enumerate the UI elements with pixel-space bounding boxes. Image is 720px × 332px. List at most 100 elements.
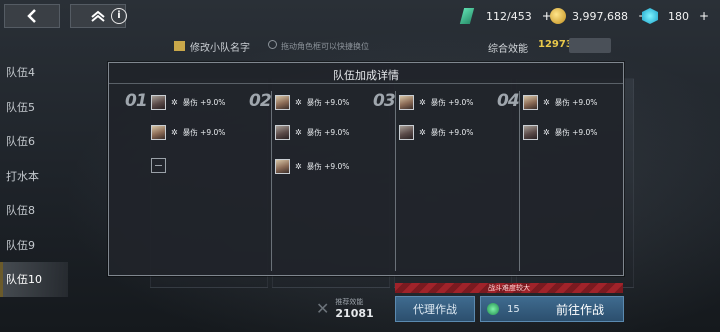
sidebar-item-team10[interactable]: 队伍10	[0, 262, 68, 297]
sidebar-item-label: 队伍5	[6, 100, 35, 114]
core-counter: 180 +	[642, 8, 709, 24]
rec-power-value: 21081	[335, 307, 374, 320]
add-core-button[interactable]: +	[699, 9, 709, 23]
info-icon[interactable]: i	[111, 8, 127, 24]
member-slot[interactable]: ✲ 暴伤 +9.0%	[151, 94, 231, 110]
column-number: 01	[125, 91, 148, 111]
cross-swords-icon: ✕	[316, 299, 330, 318]
sidebar-item-team5[interactable]: 队伍5	[0, 90, 68, 125]
character-portrait	[275, 94, 290, 110]
stamina-value: 112/453	[486, 9, 532, 23]
sidebar-item-label: 队伍8	[6, 204, 35, 218]
go-battle-label: 前往作战	[555, 302, 604, 317]
proxy-battle-button[interactable]: 代理作战	[395, 296, 475, 322]
stamina-icon	[487, 303, 499, 315]
team-sidebar: 队伍4 队伍5 队伍6 打水本 队伍8 队伍9 队伍10	[0, 55, 68, 297]
core-icon	[642, 8, 658, 24]
go-battle-button[interactable]: 15 前往作战	[480, 296, 624, 322]
proxy-battle-label: 代理作战	[413, 303, 457, 316]
cost-value: 15	[507, 303, 520, 315]
character-portrait	[151, 94, 166, 110]
battery-icon	[459, 8, 475, 24]
buff-text: 暴伤 +9.0%	[306, 97, 350, 107]
sidebar-item-label: 队伍4	[6, 66, 35, 80]
gear-icon: ✲	[543, 127, 550, 137]
sidebar-item-team4[interactable]: 队伍4	[0, 55, 68, 90]
member-slot[interactable]: ✲ 暴伤 +9.0%	[399, 94, 479, 110]
coin-value: 3,997,688	[572, 9, 628, 23]
warning-text: 战斗难度较大	[488, 284, 530, 292]
team-slot-column-3: 03 ✲ 暴伤 +9.0% ✲ 暴伤 +9.0%	[357, 87, 478, 275]
buff-text: 暴伤 +9.0%	[182, 127, 226, 137]
member-slot[interactable]: ✲ 暴伤 +9.0%	[523, 94, 603, 110]
sort-button[interactable]	[569, 38, 611, 53]
member-slot[interactable]: ✲ 暴伤 +9.0%	[275, 124, 355, 140]
buff-text: 暴伤 +9.0%	[430, 97, 474, 107]
team-header: 修改小队名字 拖动角色框可以快捷换位 综合效能 12973	[174, 37, 614, 55]
character-portrait	[151, 124, 166, 140]
edit-icon	[174, 41, 185, 51]
buff-text: 暴伤 +9.0%	[306, 127, 350, 137]
difficulty-warning: 战斗难度较大	[395, 283, 623, 293]
back-button[interactable]	[4, 4, 60, 28]
member-slot[interactable]: ✲ 暴伤 +9.0%	[151, 124, 231, 140]
sidebar-item-label: 队伍9	[6, 238, 35, 252]
core-value: 180	[668, 9, 689, 23]
stamina-counter: 112/453 +	[459, 8, 552, 24]
character-portrait	[523, 94, 538, 110]
member-slot[interactable]: ✲ 暴伤 +9.0%	[275, 158, 355, 174]
home-chevrons-icon	[91, 10, 105, 22]
gear-icon: ✲	[419, 97, 426, 107]
coin-counter: 3,997,688 +	[550, 8, 648, 24]
sidebar-item-label: 队伍10	[6, 273, 42, 287]
team-bonus-modal[interactable]: 队伍加成详情 01 ✲ 暴伤 +9.0% ✲ 暴伤 +9.0% 02 ✲ 暴伤 …	[108, 62, 624, 276]
title-divider	[109, 83, 623, 84]
gear-icon: ✲	[419, 127, 426, 137]
hint-icon	[268, 40, 277, 49]
buff-text: 暴伤 +9.0%	[182, 97, 226, 107]
buff-text: 暴伤 +9.0%	[306, 161, 350, 171]
character-portrait	[399, 94, 414, 110]
chevron-left-icon	[27, 9, 36, 23]
team-slot-column-4: 04 ✲ 暴伤 +9.0% ✲ 暴伤 +9.0%	[481, 87, 602, 275]
sidebar-item-team8[interactable]: 队伍8	[0, 193, 68, 228]
power-value: 12973	[538, 39, 573, 50]
character-portrait	[399, 124, 414, 140]
member-slot[interactable]: ✲ 暴伤 +9.0%	[523, 124, 603, 140]
gear-icon: ✲	[295, 161, 302, 171]
member-slot[interactable]: ✲ 暴伤 +9.0%	[399, 124, 479, 140]
recommended-power: ✕ 推荐效能 21081	[316, 297, 374, 320]
sidebar-item-team6[interactable]: 队伍6	[0, 124, 68, 159]
power-label: 综合效能	[488, 44, 528, 55]
sidebar-item-farm[interactable]: 打水本	[0, 159, 68, 194]
team-slot-column-2: 02 ✲ 暴伤 +9.0% ✲ 暴伤 +9.0% ✲ 暴伤 +9.0%	[233, 87, 354, 275]
top-bar: i 112/453 + 3,997,688 + 180 +	[0, 0, 720, 34]
sidebar-item-label: 队伍6	[6, 135, 35, 149]
sidebar-item-team9[interactable]: 队伍9	[0, 228, 68, 263]
gear-icon: ✲	[171, 97, 178, 107]
character-portrait	[275, 124, 290, 140]
modal-title: 队伍加成详情	[333, 69, 399, 82]
hint-text: 拖动角色框可以快捷换位	[281, 42, 369, 51]
buff-text: 暴伤 +9.0%	[430, 127, 474, 137]
gear-icon: ✲	[295, 127, 302, 137]
team-slot-column-1: 01 ✲ 暴伤 +9.0% ✲ 暴伤 +9.0%	[109, 87, 230, 275]
sidebar-item-label: 打水本	[6, 169, 39, 183]
gear-icon: ✲	[295, 97, 302, 107]
column-number: 02	[249, 91, 272, 111]
character-portrait	[275, 158, 290, 174]
gear-icon: ✲	[171, 127, 178, 137]
member-slot[interactable]: ✲ 暴伤 +9.0%	[275, 94, 355, 110]
rec-power-label: 推荐效能	[335, 298, 364, 306]
buff-text: 暴伤 +9.0%	[554, 127, 598, 137]
buff-text: 暴伤 +9.0%	[554, 97, 598, 107]
gear-icon: ✲	[543, 97, 550, 107]
column-number: 04	[497, 91, 520, 111]
battle-cost: 15	[481, 303, 537, 315]
character-portrait	[523, 124, 538, 140]
column-number: 03	[373, 91, 396, 111]
empty-slot[interactable]	[151, 158, 166, 173]
drag-hint: 拖动角色框可以快捷换位	[268, 40, 369, 52]
rename-team-button[interactable]: 修改小队名字	[190, 39, 250, 54]
coin-icon	[550, 8, 566, 24]
